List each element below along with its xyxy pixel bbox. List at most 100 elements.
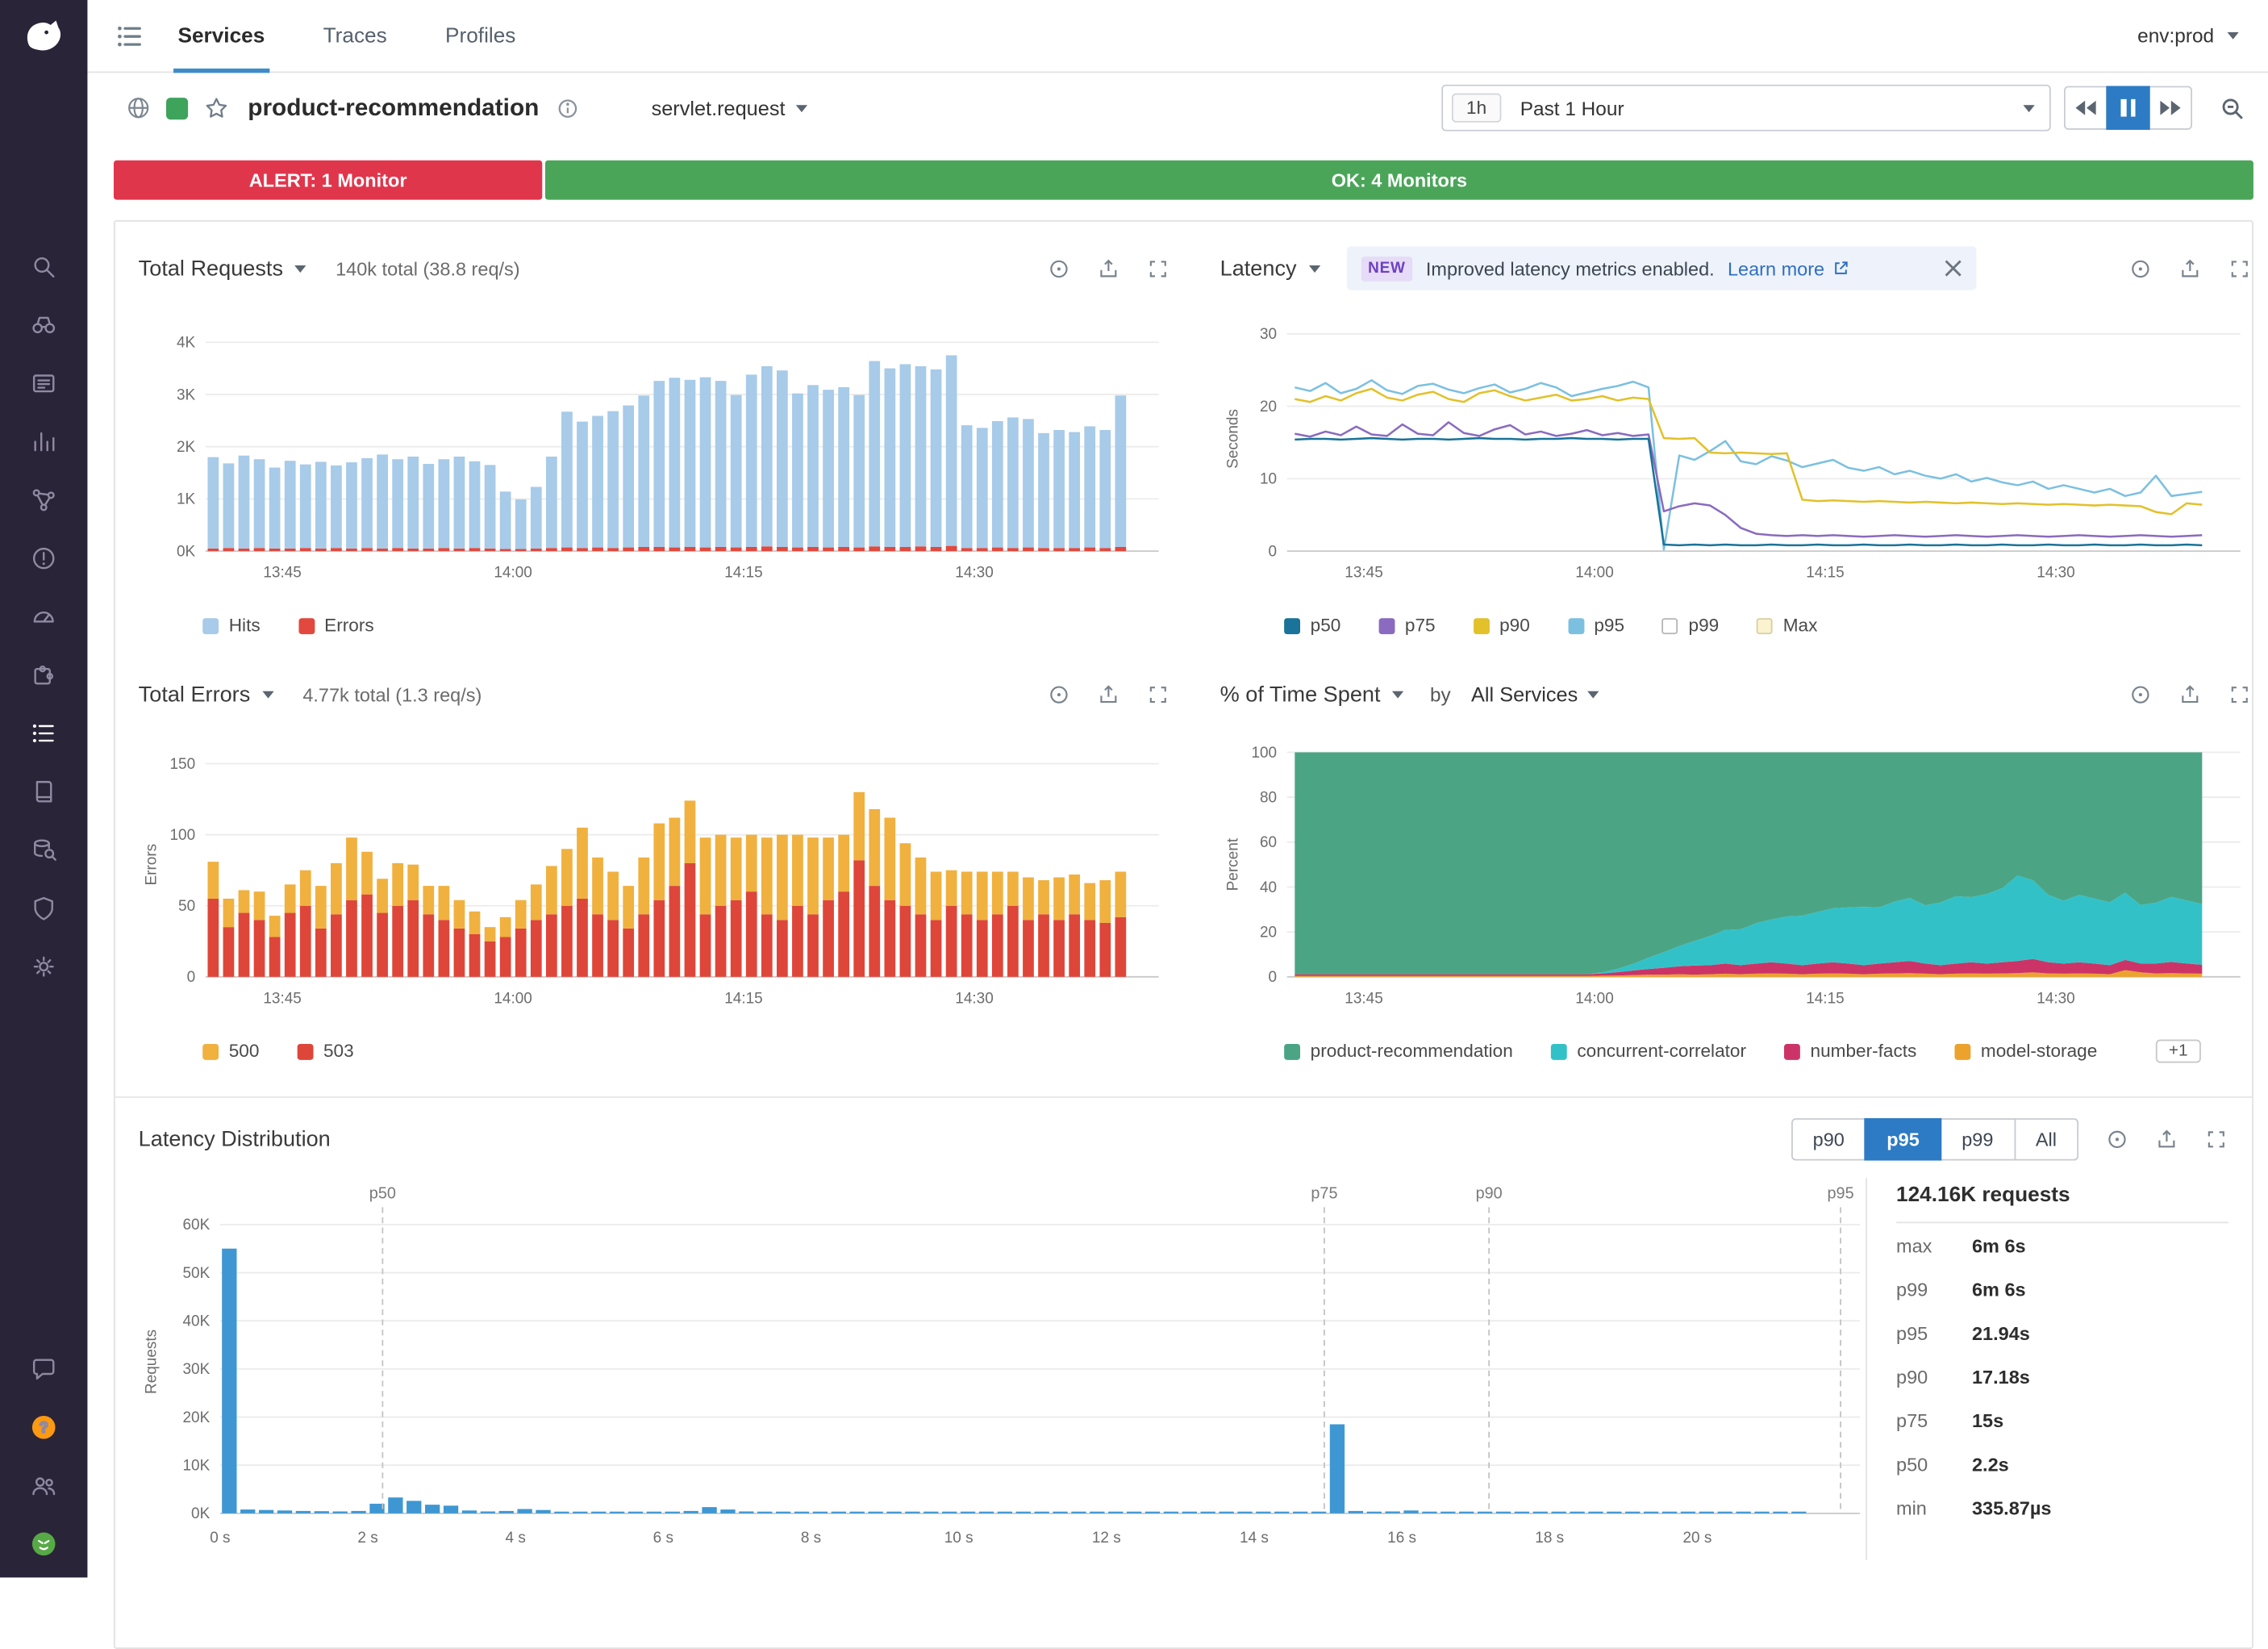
percentile-button-p90[interactable]: p90	[1791, 1118, 1866, 1160]
chevron-down-icon[interactable]	[1308, 265, 1320, 272]
help-icon[interactable]: ?	[27, 1411, 60, 1443]
apm-gauge-icon[interactable]	[27, 601, 60, 633]
alert-monitors-segment[interactable]: ALERT: 1 Monitor	[114, 161, 542, 200]
create-monitor-icon[interactable]	[1047, 256, 1072, 281]
time-spent-chart: 02040608010013:4514:0014:1514:30Percent	[1220, 717, 2252, 1026]
legend-item-number-facts[interactable]: number-facts	[1784, 1041, 1916, 1061]
pause-button[interactable]	[2106, 86, 2149, 130]
svg-text:30K: 30K	[182, 1361, 210, 1378]
fullscreen-icon[interactable]	[2227, 682, 2252, 707]
tab-traces[interactable]: Traces	[323, 0, 387, 72]
legend-swatch	[1284, 1043, 1300, 1059]
fullscreen-icon[interactable]	[1145, 682, 1170, 707]
more-series-badge[interactable]: +1	[2156, 1040, 2201, 1063]
legend-item-Hits[interactable]: Hits	[202, 616, 260, 636]
total-requests-title[interactable]: Total Requests	[139, 256, 283, 281]
operation-select[interactable]: servlet.request	[652, 96, 807, 119]
chat-icon[interactable]	[27, 1353, 60, 1385]
legend-swatch	[1378, 617, 1395, 633]
legend-item-Max[interactable]: Max	[1757, 616, 1817, 636]
legend-item-p90[interactable]: p90	[1474, 616, 1530, 636]
create-monitor-icon[interactable]	[2128, 682, 2153, 707]
svg-text:0: 0	[1269, 543, 1278, 560]
chevron-down-icon[interactable]	[294, 265, 306, 272]
create-monitor-icon[interactable]	[1047, 682, 1072, 707]
svg-text:p95: p95	[1827, 1185, 1853, 1203]
time-range-select[interactable]: 1h Past 1 Hour	[1441, 85, 2050, 132]
new-badge: NEW	[1361, 256, 1413, 281]
svg-text:2 s: 2 s	[357, 1530, 377, 1547]
stat-row-max: max6m 6s	[1896, 1223, 2228, 1267]
watchdog-icon[interactable]	[27, 309, 60, 341]
service-map-icon[interactable]	[27, 484, 60, 516]
news-icon[interactable]	[27, 367, 60, 399]
create-monitor-icon[interactable]	[2128, 256, 2153, 281]
legend-item-p95[interactable]: p95	[1568, 616, 1624, 636]
svg-text:16 s: 16 s	[1387, 1530, 1416, 1547]
total-errors-title[interactable]: Total Errors	[139, 682, 251, 707]
export-icon[interactable]	[2178, 256, 2203, 281]
error-tracking-icon[interactable]	[27, 542, 60, 574]
legend-item-model-storage[interactable]: model-storage	[1954, 1041, 2097, 1061]
legend-item-p50[interactable]: p50	[1284, 616, 1340, 636]
legend-item-p75[interactable]: p75	[1378, 616, 1435, 636]
stat-row-p90: p9017.18s	[1896, 1355, 2228, 1398]
datadog-logo[interactable]	[0, 0, 87, 73]
log-search-icon[interactable]	[27, 834, 60, 866]
chevron-down-icon[interactable]	[1392, 691, 1403, 698]
time-spent-title[interactable]: % of Time Spent	[1220, 682, 1381, 707]
latency-title[interactable]: Latency	[1220, 256, 1297, 281]
zoom-button[interactable]	[2210, 86, 2253, 130]
dashboards-icon[interactable]	[27, 426, 60, 458]
scope-select[interactable]: All Services	[1471, 683, 1599, 706]
svg-text:10K: 10K	[182, 1458, 210, 1475]
ok-monitors-segment[interactable]: OK: 4 Monitors	[545, 161, 2253, 200]
security-icon[interactable]	[27, 892, 60, 925]
operation-label: servlet.request	[652, 96, 786, 119]
export-icon[interactable]	[2154, 1127, 2179, 1152]
settings-icon[interactable]	[27, 950, 60, 983]
integrations-icon[interactable]	[27, 659, 60, 691]
svg-text:0: 0	[1269, 969, 1278, 986]
export-icon[interactable]	[2178, 682, 2203, 707]
export-icon[interactable]	[1096, 682, 1121, 707]
percentile-button-all[interactable]: All	[2014, 1118, 2078, 1160]
fullscreen-icon[interactable]	[1145, 256, 1170, 281]
env-selector[interactable]: env:prod	[2137, 25, 2239, 47]
users-icon[interactable]	[27, 1470, 60, 1502]
time-range-label: Past 1 Hour	[1520, 97, 1624, 119]
logs-icon[interactable]	[27, 775, 60, 808]
export-icon[interactable]	[1096, 256, 1121, 281]
legend-item-Errors[interactable]: Errors	[298, 616, 374, 636]
percentile-button-p99[interactable]: p99	[1940, 1118, 2015, 1160]
chevron-down-icon[interactable]	[262, 691, 273, 698]
favorite-star-icon[interactable]	[202, 94, 230, 122]
time-controls: 1h Past 1 Hour	[1441, 85, 2253, 132]
rewind-button[interactable]	[2064, 86, 2107, 130]
svg-text:2K: 2K	[177, 439, 196, 456]
total-requests-chart: 0K1K2K3K4K13:4514:0014:1514:30	[139, 291, 1170, 600]
legend-item-concurrent-correlator[interactable]: concurrent-correlator	[1551, 1041, 1746, 1061]
total-errors-chart: 05010015013:4514:0014:1514:30Errors	[139, 717, 1170, 1026]
datadog-avatar-icon[interactable]	[27, 1528, 60, 1560]
search-icon[interactable]	[27, 251, 60, 283]
magnifier-zoom-icon	[2218, 94, 2245, 122]
traces-icon[interactable]	[27, 717, 60, 749]
apm-services-icon[interactable]	[114, 19, 146, 52]
legend-item-503[interactable]: 503	[297, 1041, 353, 1061]
legend-item-p99[interactable]: p99	[1662, 616, 1719, 636]
forward-button[interactable]	[2149, 86, 2192, 130]
legend-item-product-recommendation[interactable]: product-recommendation	[1284, 1041, 1513, 1061]
create-monitor-icon[interactable]	[2105, 1127, 2130, 1152]
fullscreen-icon[interactable]	[2203, 1127, 2228, 1152]
fullscreen-icon[interactable]	[2227, 256, 2252, 281]
close-icon[interactable]	[1944, 260, 1962, 278]
svg-text:60: 60	[1260, 834, 1277, 851]
tab-profiles[interactable]: Profiles	[445, 0, 515, 72]
legend-swatch	[297, 1043, 313, 1059]
tab-services[interactable]: Services	[177, 0, 265, 72]
legend-item-500[interactable]: 500	[202, 1041, 259, 1061]
percentile-button-p95[interactable]: p95	[1865, 1118, 1941, 1160]
learn-more-link[interactable]: Learn more	[1728, 257, 1849, 279]
info-icon[interactable]	[557, 97, 578, 119]
